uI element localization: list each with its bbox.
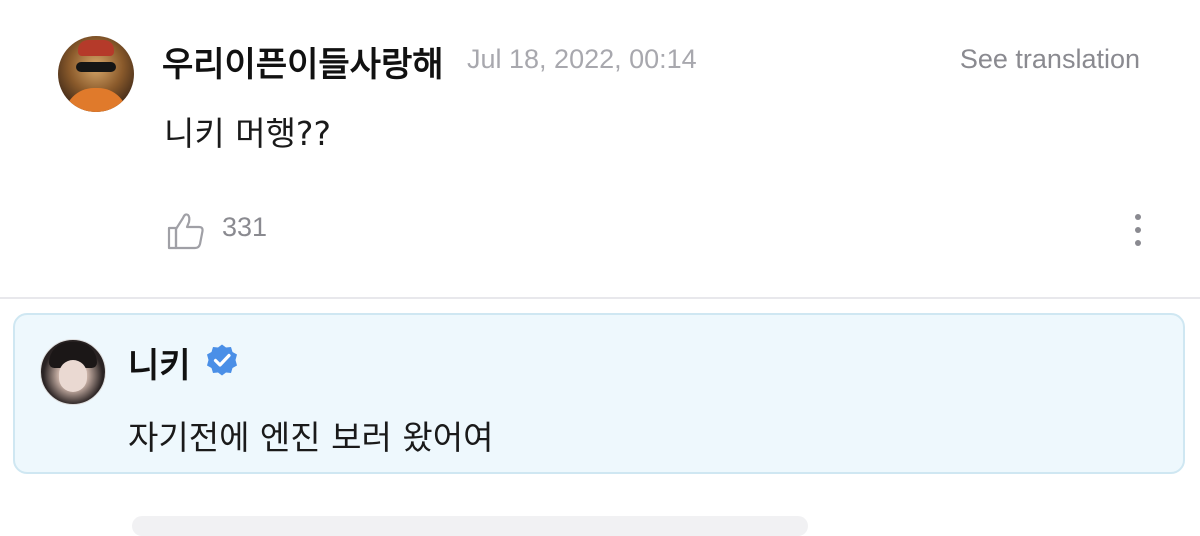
avatar-glasses-decoration — [76, 62, 116, 72]
avatar-shirt-decoration — [64, 88, 128, 112]
comment-text: 니키 머행?? — [164, 114, 331, 153]
comment-username[interactable]: 우리이픈이들사랑해 — [162, 37, 444, 86]
comment-timestamp: Jul 18, 2022, 00:14 — [467, 44, 697, 74]
more-options-button[interactable] — [1122, 210, 1154, 250]
like-button[interactable] — [164, 208, 208, 252]
artist-avatar[interactable] — [40, 339, 106, 405]
like-count: 331 — [222, 212, 268, 242]
see-translation-button[interactable]: See translation — [960, 44, 1140, 75]
avatar-face-decoration — [59, 360, 87, 392]
user-avatar[interactable] — [58, 36, 134, 112]
avatar-hat-decoration — [78, 40, 114, 56]
more-vertical-icon — [1135, 214, 1141, 246]
verified-badge-icon — [205, 343, 239, 377]
next-item-placeholder — [132, 516, 808, 536]
comment: 우리이픈이들사랑해 Jul 18, 2022, 00:14 See transl… — [0, 0, 1200, 298]
artist-name[interactable]: 니키 — [128, 338, 191, 387]
comment-divider — [0, 297, 1200, 299]
thumbs-up-icon — [167, 213, 204, 250]
artist-reply-text: 자기전에 엔진 보러 왔어여 — [128, 418, 494, 457]
